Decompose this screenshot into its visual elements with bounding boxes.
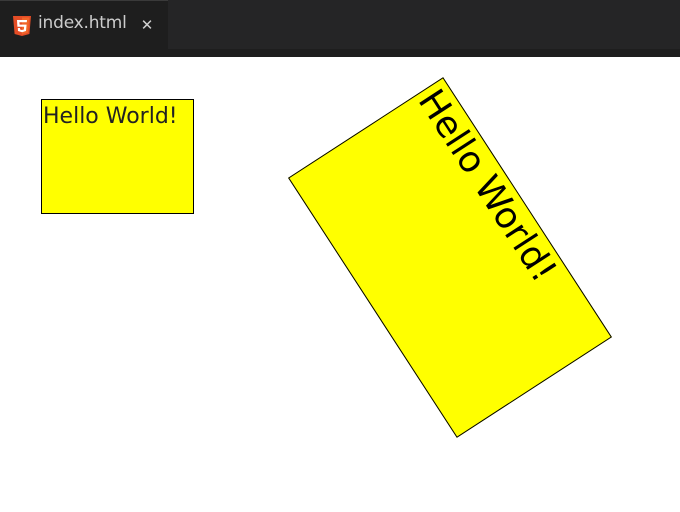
close-icon[interactable]: ✕ [138,14,156,36]
html5-icon [13,16,31,36]
rotated-hello-world-box: Hello World! [288,77,612,438]
hello-world-box: Hello World! [41,99,194,214]
tab-index-html[interactable]: index.html ✕ [0,0,168,49]
browser-preview: Hello World! Hello World! [0,57,680,512]
tab-file-name: index.html [38,13,127,33]
editor-tab-bar: index.html ✕ [0,0,680,57]
